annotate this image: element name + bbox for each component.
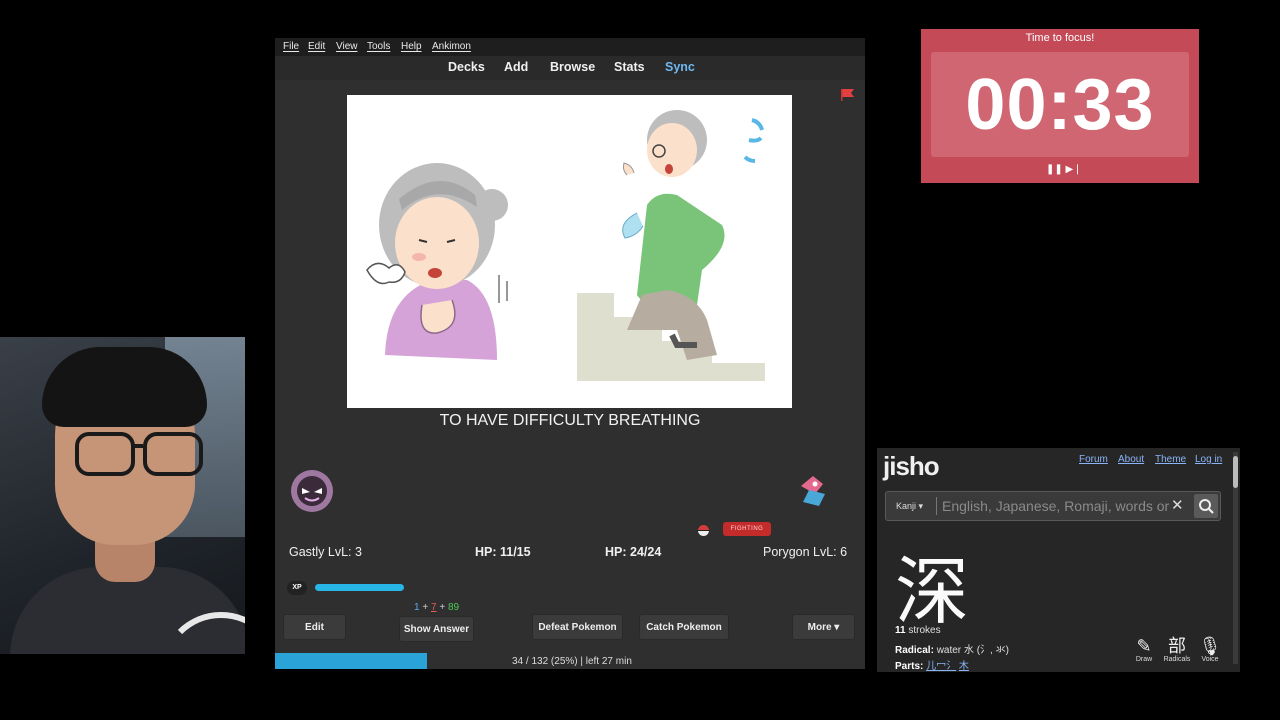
jisho-panel: jisho Forum About Theme Log in Kanji ▾ ✕… [877, 448, 1240, 672]
flag-icon[interactable] [841, 89, 854, 101]
timer-controls[interactable]: ❚❚ ▶❘ [1046, 164, 1082, 175]
toolbar-decks-link[interactable]: Decks [448, 60, 485, 74]
new-count: 1 [414, 602, 420, 613]
old-man-illustration [622, 110, 764, 360]
menu-help[interactable]: Help [401, 41, 422, 52]
kanji-strokes: 11 strokes [895, 625, 941, 636]
person-hair [42, 347, 207, 427]
enemy-hp: HP: 24/24 [605, 545, 662, 559]
player-hp: HP: 11/15 [475, 545, 531, 559]
strokes-count: 11 [895, 625, 906, 636]
type-badge: FIGHTING [723, 522, 771, 536]
enemy-pokemon-level: Porygon LvL: 6 [763, 545, 848, 559]
player-pokemon-level: Gastly LvL: 3 [289, 545, 362, 559]
menu-view[interactable]: View [336, 41, 358, 52]
draw-tool-button[interactable]: ✎ Draw [1128, 636, 1160, 663]
focus-timer-widget: Time to focus! 00:33 ❚❚ ▶❘ [921, 29, 1199, 183]
timer-display: 00:33 [931, 52, 1189, 157]
menu-edit[interactable]: Edit [308, 41, 325, 52]
radicals-tool-button[interactable]: 部 Radicals [1161, 636, 1193, 663]
search-icon [1199, 499, 1214, 514]
old-woman-illustration [366, 163, 508, 360]
review-progress-text: 34 / 132 (25%) | left 27 min [512, 656, 632, 667]
jisho-login-link[interactable]: Log in [1195, 454, 1222, 465]
xp-progress-bar [315, 584, 404, 591]
voice-tool-button[interactable]: 🎙 Voice [1194, 636, 1226, 663]
voice-label: Voice [1201, 656, 1219, 663]
edit-button[interactable]: Edit [283, 614, 346, 640]
porygon-sprite [801, 476, 825, 506]
search-input[interactable] [942, 495, 1172, 517]
more-button[interactable]: More ▾ [792, 614, 855, 640]
menu-ankimon[interactable]: Ankimon [432, 41, 471, 52]
main-toolbar: Decks Add Browse Stats Sync [275, 56, 865, 80]
toolbar-browse-link[interactable]: Browse [550, 60, 595, 74]
toolbar-sync-link[interactable]: Sync [665, 60, 695, 74]
person-glasses [75, 432, 205, 476]
review-progress-fill [275, 653, 427, 669]
radical-value: water 水 (氵, 氺) [936, 645, 1009, 656]
pause-skip-icons[interactable]: ❚❚ ▶❘ [1046, 164, 1082, 175]
pencil-icon: ✎ [1136, 636, 1152, 656]
webcam-feed [0, 337, 245, 654]
scrollbar-thumb[interactable] [1233, 456, 1238, 488]
jisho-forum-link[interactable]: Forum [1079, 454, 1108, 465]
card-question-text: TO HAVE DIFFICULTY BREATHING [439, 412, 701, 429]
defeat-pokemon-button[interactable]: Defeat Pokemon [532, 614, 623, 640]
due-counts: 1 + 7 + 89 [414, 602, 459, 613]
show-answer-button[interactable]: Show Answer [399, 616, 474, 642]
radicals-label: Radicals [1163, 656, 1191, 663]
kanji-part-link[interactable]: 冖 [936, 661, 946, 672]
radical-icon: 部 [1168, 636, 1186, 656]
menu-file[interactable]: File [283, 41, 299, 52]
menu-bar: File Edit View Tools Help Ankimon [275, 38, 865, 56]
kanji-radical: Radical: water 水 (氵, 氺) [895, 641, 1009, 656]
count-separator: + [422, 602, 429, 613]
microphone-icon: 🎙 [1198, 636, 1222, 656]
jisho-scrollbar[interactable] [1233, 452, 1238, 664]
kanji-part-link[interactable]: 儿 [926, 661, 936, 672]
toolbar-add-link[interactable]: Add [504, 60, 528, 74]
catch-pokemon-button[interactable]: Catch Pokemon [639, 614, 729, 640]
search-mode-select[interactable]: Kanji ▾ [896, 501, 923, 512]
jisho-about-link[interactable]: About [1118, 454, 1144, 465]
learn-count: 7 [430, 602, 437, 613]
timer-countdown: 00:33 [965, 65, 1155, 145]
timer-title: Time to focus! [1025, 32, 1095, 44]
anki-window: File Edit View Tools Help Ankimon Decks … [275, 38, 865, 669]
card-illustration [347, 95, 792, 408]
kanji-part-link[interactable]: 氵 [946, 661, 956, 672]
pokeball-icon [698, 525, 709, 536]
menu-tools[interactable]: Tools [367, 41, 390, 52]
xp-badge: XP [287, 581, 307, 595]
clear-icon[interactable]: ✕ [1171, 496, 1184, 514]
review-count: 89 [447, 602, 460, 613]
jisho-logo-text: jisho [883, 451, 940, 481]
gastly-sprite [291, 470, 333, 512]
kanji-parts: Parts: 儿冖氵 木 [895, 657, 969, 672]
radical-label: Radical: [895, 645, 934, 656]
jisho-logo[interactable]: jisho [883, 451, 940, 482]
kanji-character: 深 [895, 549, 969, 635]
draw-label: Draw [1135, 656, 1153, 663]
jisho-search-bar: Kanji ▾ ✕ [885, 491, 1221, 521]
toolbar-stats-link[interactable]: Stats [614, 60, 645, 74]
jisho-theme-link[interactable]: Theme [1155, 454, 1186, 465]
strokes-word: strokes [908, 625, 941, 636]
count-separator: + [439, 602, 446, 613]
search-button[interactable] [1194, 494, 1218, 518]
search-divider [936, 497, 937, 515]
parts-label: Parts: [895, 661, 924, 672]
kanji-part-link[interactable]: 木 [959, 661, 969, 672]
